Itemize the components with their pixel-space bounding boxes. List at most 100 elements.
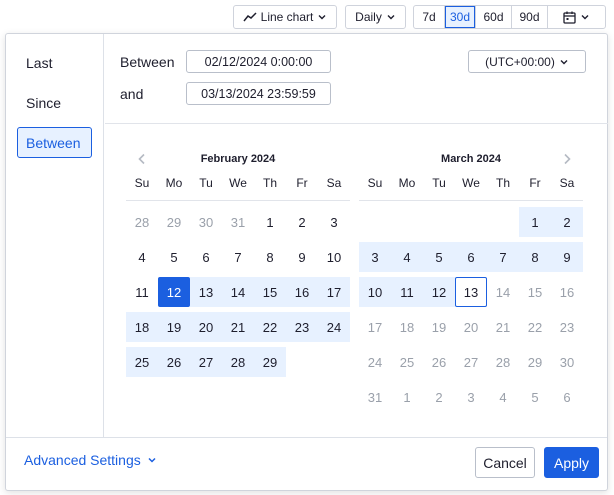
day-cell[interactable]: 7 — [222, 242, 254, 272]
day-cell[interactable]: 20 — [455, 312, 487, 342]
day-cell[interactable]: 5 — [423, 242, 455, 272]
day-cell[interactable]: 11 — [126, 277, 158, 307]
day-cell[interactable]: 23 — [551, 312, 583, 342]
day-cell[interactable]: 16 — [551, 277, 583, 307]
divider — [126, 200, 350, 201]
divider — [105, 123, 608, 124]
cancel-button[interactable]: Cancel — [475, 447, 535, 478]
day-cell[interactable]: 18 — [126, 312, 158, 342]
day-cell[interactable]: 4 — [126, 242, 158, 272]
day-cell[interactable]: 7 — [487, 242, 519, 272]
day-cell[interactable]: 25 — [391, 347, 423, 377]
day-cell[interactable]: 22 — [254, 312, 286, 342]
day-cell[interactable]: 3 — [455, 382, 487, 412]
day-cell[interactable]: 2 — [551, 207, 583, 237]
chart-type-dropdown[interactable]: Line chart — [233, 5, 337, 29]
day-cell[interactable]: 21 — [222, 312, 254, 342]
day-cell[interactable]: 27 — [455, 347, 487, 377]
day-cell[interactable]: 29 — [158, 207, 190, 237]
day-cell[interactable]: 16 — [286, 277, 318, 307]
day-cell[interactable]: 17 — [359, 312, 391, 342]
day-cell[interactable]: 15 — [254, 277, 286, 307]
day-cell[interactable]: 19 — [423, 312, 455, 342]
range-7d[interactable]: 7d — [414, 6, 445, 28]
day-cell[interactable]: 3 — [318, 207, 350, 237]
line-chart-icon — [243, 12, 257, 22]
day-cell[interactable]: 26 — [158, 347, 190, 377]
range-60d[interactable]: 60d — [476, 6, 512, 28]
advanced-settings-toggle[interactable]: Advanced Settings — [24, 452, 157, 468]
day-cell[interactable]: 31 — [359, 382, 391, 412]
chevron-down-icon — [581, 15, 589, 20]
end-date-input[interactable]: 03/13/2024 23:59:59 — [186, 82, 331, 105]
day-cell[interactable]: 30 — [551, 347, 583, 377]
day-cell[interactable]: 8 — [254, 242, 286, 272]
weekday-label: Fr — [529, 176, 541, 190]
day-cell[interactable]: 22 — [519, 312, 551, 342]
weekday-label: Su — [367, 176, 383, 190]
apply-button[interactable]: Apply — [544, 447, 599, 478]
day-cell[interactable]: 31 — [222, 207, 254, 237]
day-cell[interactable]: 27 — [190, 347, 222, 377]
timezone-dropdown[interactable]: (UTC+00:00) — [468, 50, 586, 73]
day-cell[interactable]: 29 — [519, 347, 551, 377]
chevron-down-icon — [560, 59, 568, 64]
day-cell[interactable]: 3 — [359, 242, 391, 272]
day-cell[interactable]: 15 — [519, 277, 551, 307]
day-cell[interactable]: 20 — [190, 312, 222, 342]
day-cell[interactable]: 25 — [126, 347, 158, 377]
day-cell[interactable]: 4 — [487, 382, 519, 412]
day-cell-today[interactable]: 13 — [455, 277, 487, 307]
day-cell[interactable]: 28 — [487, 347, 519, 377]
day-cell[interactable]: 18 — [391, 312, 423, 342]
day-cell[interactable]: 2 — [423, 382, 455, 412]
between-label: Between — [120, 54, 175, 70]
day-cell-selected[interactable]: 12 — [158, 277, 190, 307]
day-cell[interactable]: 10 — [318, 242, 350, 272]
weekday-label: Tu — [432, 176, 446, 190]
day-cell[interactable]: 12 — [423, 277, 455, 307]
day-cell[interactable]: 17 — [318, 277, 350, 307]
day-cell[interactable]: 1 — [391, 382, 423, 412]
day-cell[interactable]: 9 — [551, 242, 583, 272]
day-cell[interactable]: 21 — [487, 312, 519, 342]
day-cell[interactable]: 11 — [391, 277, 423, 307]
day-cell[interactable]: 28 — [126, 207, 158, 237]
start-date-input[interactable]: 02/12/2024 0:00:00 — [186, 50, 331, 73]
custom-range-button[interactable] — [548, 6, 605, 28]
chevron-down-icon — [387, 15, 395, 20]
day-cell[interactable]: 6 — [551, 382, 583, 412]
day-cell[interactable]: 24 — [359, 347, 391, 377]
day-cell[interactable]: 8 — [519, 242, 551, 272]
day-cell[interactable]: 1 — [254, 207, 286, 237]
day-cell[interactable]: 29 — [254, 347, 286, 377]
day-cell[interactable]: 6 — [455, 242, 487, 272]
timezone-label: (UTC+00:00) — [485, 54, 555, 69]
day-cell[interactable]: 2 — [286, 207, 318, 237]
weekday-label: Mo — [398, 176, 416, 190]
day-cell[interactable]: 14 — [487, 277, 519, 307]
mode-last[interactable]: Last — [17, 47, 92, 78]
day-cell[interactable]: 19 — [158, 312, 190, 342]
day-cell[interactable]: 5 — [519, 382, 551, 412]
range-90d[interactable]: 90d — [512, 6, 548, 28]
day-cell[interactable]: 1 — [519, 207, 551, 237]
chevron-down-icon — [318, 15, 326, 20]
day-cell[interactable]: 9 — [286, 242, 318, 272]
mode-between[interactable]: Between — [17, 127, 92, 158]
day-cell[interactable]: 23 — [286, 312, 318, 342]
day-cell[interactable]: 30 — [190, 207, 222, 237]
range-30d[interactable]: 30d — [445, 6, 476, 28]
interval-dropdown[interactable]: Daily — [345, 5, 406, 29]
day-cell[interactable]: 14 — [222, 277, 254, 307]
day-cell[interactable]: 5 — [158, 242, 190, 272]
day-cell[interactable]: 4 — [391, 242, 423, 272]
day-cell[interactable]: 24 — [318, 312, 350, 342]
mode-since[interactable]: Since — [17, 87, 92, 118]
day-cell[interactable]: 6 — [190, 242, 222, 272]
weekday-label: Th — [495, 176, 510, 190]
day-cell[interactable]: 28 — [222, 347, 254, 377]
day-cell[interactable]: 10 — [359, 277, 391, 307]
day-cell[interactable]: 13 — [190, 277, 222, 307]
day-cell[interactable]: 26 — [423, 347, 455, 377]
